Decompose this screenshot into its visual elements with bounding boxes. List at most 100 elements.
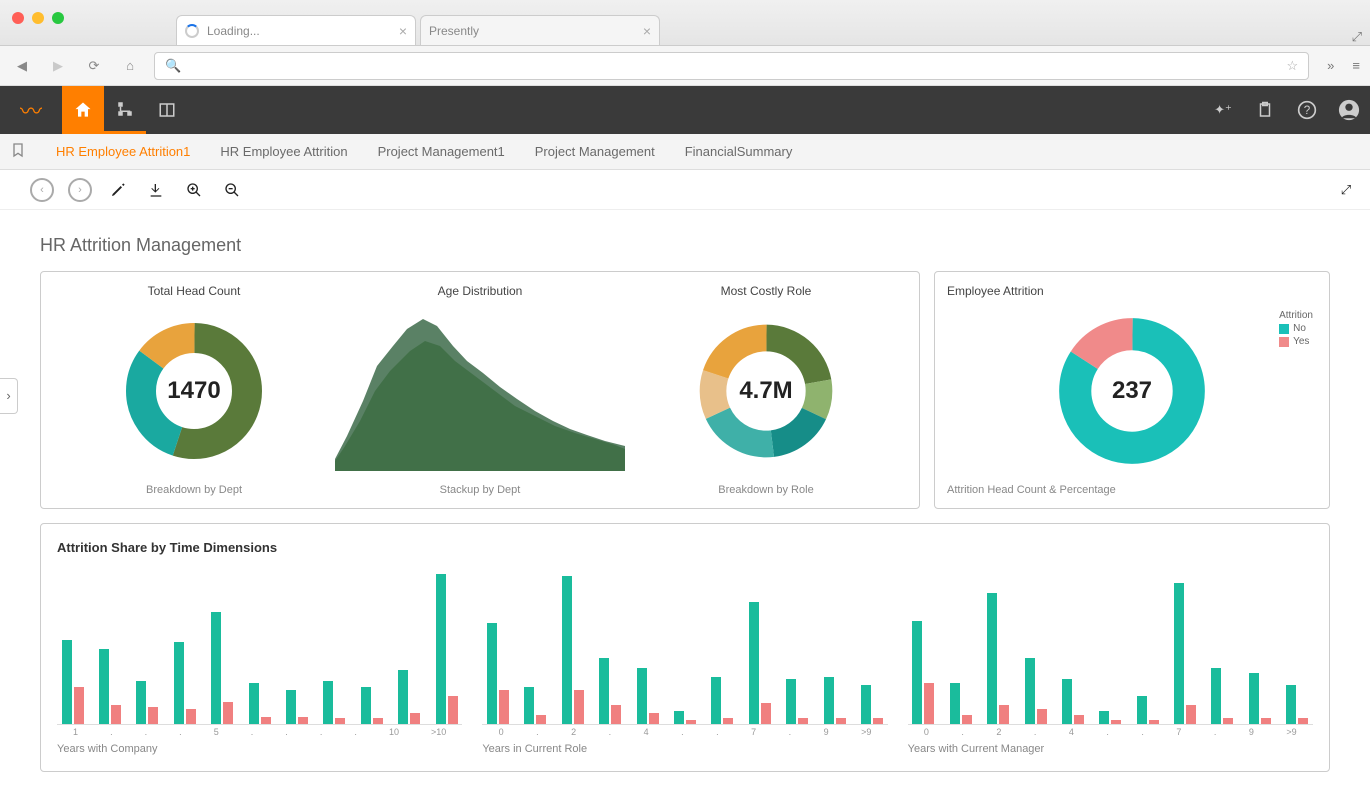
bar — [174, 642, 184, 725]
bar-pair — [599, 658, 621, 724]
next-page-button[interactable]: › — [68, 178, 92, 202]
bar — [686, 720, 696, 724]
legend-swatch-yes — [1279, 337, 1289, 347]
close-tab-icon[interactable]: × — [643, 23, 651, 39]
hamburger-menu-icon[interactable]: ≡ — [1352, 58, 1360, 73]
nav-sparkle[interactable]: ✦⁺ — [1202, 86, 1244, 134]
area-age-distribution — [335, 311, 625, 471]
bar-pair — [987, 593, 1009, 724]
bar-footer: Years with Current Manager — [908, 743, 1313, 755]
download-button[interactable] — [144, 178, 168, 202]
bar-pair — [524, 687, 546, 725]
card-attrition: Employee Attrition 237 Attrition No Yes … — [934, 271, 1330, 509]
widget-title: Employee Attrition — [947, 284, 1317, 298]
bar — [761, 703, 771, 724]
user-icon — [1338, 99, 1360, 121]
home-button[interactable]: ⌂ — [118, 54, 142, 78]
bookmark-icon[interactable] — [10, 142, 26, 161]
prev-page-button[interactable]: ‹ — [30, 178, 54, 202]
tab-financial-summary[interactable]: FinancialSummary — [685, 144, 793, 159]
bar-pair — [749, 602, 771, 724]
bar — [1037, 709, 1047, 724]
bar — [1261, 718, 1271, 724]
zoom-in-button[interactable] — [182, 178, 206, 202]
nav-org[interactable] — [104, 86, 146, 134]
nav-help[interactable]: ? — [1286, 86, 1328, 134]
bar — [373, 718, 383, 724]
nav-clipboard[interactable] — [1244, 86, 1286, 134]
nav-book[interactable] — [146, 86, 188, 134]
browser-chrome: Loading... × Presently × ⤢ — [0, 0, 1370, 46]
zoom-out-button[interactable] — [220, 178, 244, 202]
bar — [962, 715, 972, 724]
bar — [211, 612, 221, 725]
section-title: Attrition Share by Time Dimensions — [57, 540, 1313, 555]
bar — [1025, 658, 1035, 724]
dashboard-title: HR Attrition Management — [40, 235, 1330, 256]
bar — [62, 640, 72, 724]
bar — [361, 687, 371, 725]
forward-button[interactable]: ▶ — [46, 54, 70, 78]
legend: Attrition No Yes — [1279, 310, 1313, 347]
dashboard: HR Attrition Management Total Head Count… — [0, 210, 1370, 782]
bar-pair — [436, 574, 458, 724]
axis-label: 7 — [1176, 727, 1181, 737]
axis-label: 10 — [389, 727, 399, 737]
card-overview: Total Head Count 1470 Breakdown by Dept … — [40, 271, 920, 509]
close-tab-icon[interactable]: × — [399, 23, 407, 39]
axis-label: >9 — [1286, 727, 1296, 737]
axis-label: . — [1106, 727, 1109, 737]
bar-pair — [487, 623, 509, 724]
fullscreen-icon[interactable]: ⤢ — [1352, 29, 1362, 45]
axis-label: . — [961, 727, 964, 737]
tab-hr-attrition-1[interactable]: HR Employee Attrition1 — [56, 144, 190, 159]
address-bar[interactable]: 🔍 ☆ — [154, 52, 1309, 80]
tab-project-mgmt[interactable]: Project Management — [535, 144, 655, 159]
axis-label: . — [1034, 727, 1037, 737]
fullscreen-button[interactable]: ⤢ — [1334, 178, 1358, 202]
minimize-window-icon[interactable] — [32, 12, 44, 24]
bar-pair — [562, 576, 584, 724]
back-button[interactable]: ◀ — [10, 54, 34, 78]
close-window-icon[interactable] — [12, 12, 24, 24]
legend-label-yes: Yes — [1293, 336, 1309, 347]
bar — [924, 683, 934, 724]
bar — [1223, 718, 1233, 724]
bar-footer: Years with Company — [57, 743, 462, 755]
brand-logo[interactable]: 〰 — [0, 86, 62, 134]
bar — [1186, 705, 1196, 724]
bar — [536, 715, 546, 724]
maximize-window-icon[interactable] — [52, 12, 64, 24]
tab-hr-attrition[interactable]: HR Employee Attrition — [220, 144, 347, 159]
report-toolbar: ‹ › ⤢ — [0, 170, 1370, 210]
clipboard-icon — [1256, 101, 1274, 119]
svg-text:?: ? — [1304, 104, 1311, 117]
bar — [1249, 673, 1259, 724]
overflow-icon[interactable]: » — [1327, 58, 1334, 73]
download-icon — [148, 182, 164, 198]
bar — [223, 702, 233, 725]
bar — [410, 713, 420, 724]
bar — [186, 709, 196, 724]
sparkle-icon: ✦⁺ — [1214, 102, 1232, 118]
bar — [1174, 583, 1184, 724]
bar-pair — [1099, 711, 1121, 724]
tab-project-mgmt-1[interactable]: Project Management1 — [378, 144, 505, 159]
bookmark-star-icon[interactable]: ☆ — [1287, 58, 1299, 74]
bar — [824, 677, 834, 724]
browser-tab-loading[interactable]: Loading... × — [176, 15, 416, 45]
reload-button[interactable]: ⟳ — [82, 54, 106, 78]
browser-tab-presently[interactable]: Presently × — [420, 15, 660, 45]
bar — [611, 705, 621, 724]
bar-pair — [62, 640, 84, 724]
widget-footer: Attrition Head Count & Percentage — [947, 484, 1317, 496]
nav-user[interactable] — [1328, 86, 1370, 134]
bar-pair — [286, 690, 308, 724]
left-drawer-handle[interactable]: › — [0, 378, 18, 414]
axis-label: . — [354, 727, 357, 737]
edit-button[interactable] — [106, 178, 130, 202]
bar — [148, 707, 158, 724]
widget-headcount: Total Head Count 1470 Breakdown by Dept — [53, 284, 335, 496]
axis-label: 0 — [924, 727, 929, 737]
nav-home[interactable] — [62, 86, 104, 134]
